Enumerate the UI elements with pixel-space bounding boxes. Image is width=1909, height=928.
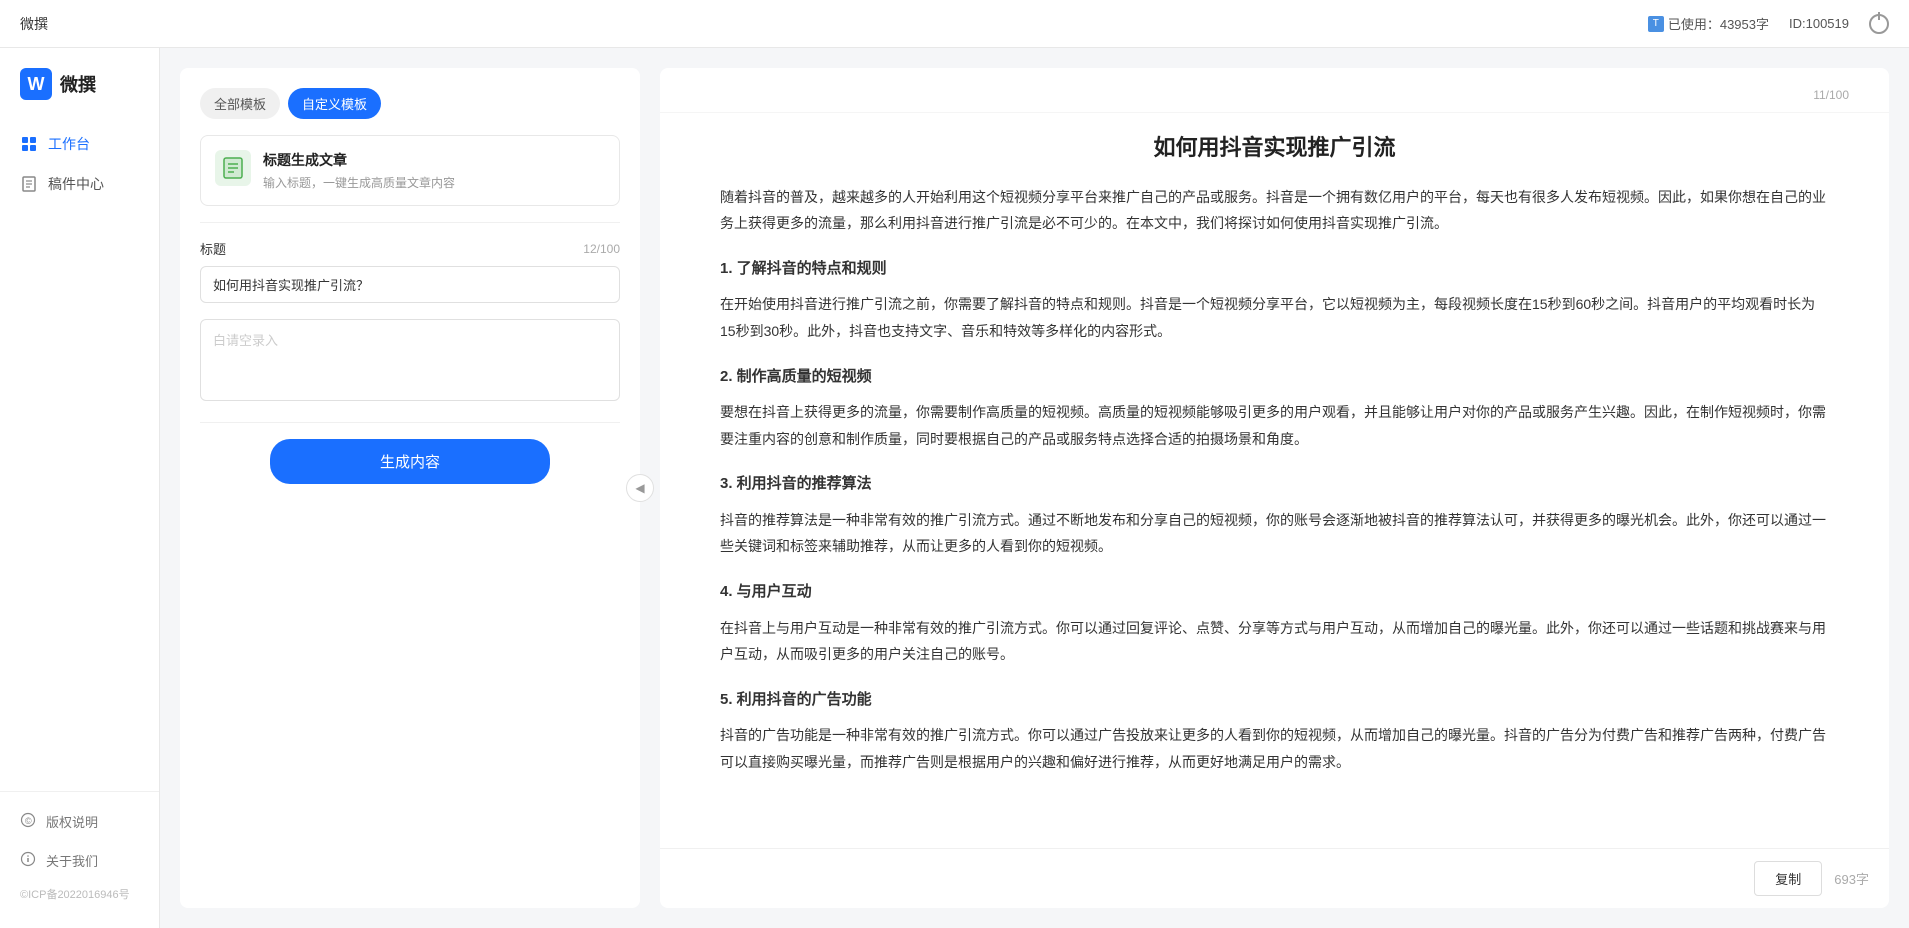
copyright-icon: © xyxy=(20,812,36,831)
collapse-arrow[interactable]: ◀ xyxy=(626,474,654,502)
article-paragraph: 随着抖音的普及，越来越多的人开始利用这个短视频分享平台来推广自己的产品或服务。抖… xyxy=(720,184,1829,237)
article-footer: 复制 693字 xyxy=(660,848,1889,908)
about-label: 关于我们 xyxy=(46,851,98,870)
article-paragraph: 在开始使用抖音进行推广引流之前，你需要了解抖音的特点和规则。抖音是一个短视频分享… xyxy=(720,291,1829,344)
divider2 xyxy=(200,422,620,423)
article-header: 11/100 xyxy=(660,68,1889,113)
sidebar-item-drafts[interactable]: 稿件中心 xyxy=(0,164,159,204)
template-tabs: 全部模板 自定义模板 xyxy=(200,88,620,119)
sidebar-item-copyright[interactable]: © 版权说明 xyxy=(0,802,159,841)
tab-custom-templates[interactable]: 自定义模板 xyxy=(288,88,381,119)
article-content[interactable]: 如何用抖音实现推广引流 随着抖音的普及，越来越多的人开始利用这个短视频分享平台来… xyxy=(660,113,1889,848)
generate-button[interactable]: 生成内容 xyxy=(270,439,550,484)
right-panel: 11/100 如何用抖音实现推广引流 随着抖音的普及，越来越多的人开始利用这个短… xyxy=(660,68,1889,908)
usage-icon: T xyxy=(1648,16,1664,32)
drafts-label: 稿件中心 xyxy=(48,174,104,194)
main-layout: W 微撰 工作台 xyxy=(0,48,1909,928)
template-desc: 输入标题，一键生成高质量文章内容 xyxy=(263,174,455,191)
article-section-heading: 1. 了解抖音的特点和规则 xyxy=(720,255,1829,284)
content-field-section xyxy=(200,319,620,406)
logo-text: 微撰 xyxy=(60,71,96,97)
article-section-heading: 5. 利用抖音的广告功能 xyxy=(720,686,1829,715)
article-section-heading: 3. 利用抖音的推荐算法 xyxy=(720,470,1829,499)
template-card-icon xyxy=(215,150,251,186)
workbench-icon xyxy=(20,135,38,153)
title-field-label: 标题 12/100 xyxy=(200,239,620,258)
article-section-heading: 2. 制作高质量的短视频 xyxy=(720,363,1829,392)
sidebar-logo: W 微撰 xyxy=(0,68,159,124)
usage-info: T 已使用：43953字 xyxy=(1648,14,1769,33)
sidebar-item-about[interactable]: 关于我们 xyxy=(0,841,159,880)
article-paragraph: 要想在抖音上获得更多的流量，你需要制作高质量的短视频。高质量的短视频能够吸引更多… xyxy=(720,399,1829,452)
title-char-count: 12/100 xyxy=(583,242,620,256)
svg-text:©: © xyxy=(25,816,32,826)
template-info: 标题生成文章 输入标题，一键生成高质量文章内容 xyxy=(263,150,455,191)
copyright-label: 版权说明 xyxy=(46,812,98,831)
page-count: 11/100 xyxy=(1813,88,1849,102)
template-card[interactable]: 标题生成文章 输入标题，一键生成高质量文章内容 xyxy=(200,135,620,206)
title-input[interactable] xyxy=(200,266,620,303)
sidebar-item-workbench[interactable]: 工作台 xyxy=(0,124,159,164)
title-field-section: 标题 12/100 xyxy=(200,239,620,303)
about-icon xyxy=(20,851,36,870)
article-title: 如何用抖音实现推广引流 xyxy=(720,133,1829,164)
usage-label: 已使用：43953字 xyxy=(1668,14,1769,33)
power-button[interactable] xyxy=(1869,14,1889,34)
id-label: ID:100519 xyxy=(1789,16,1849,31)
workbench-label: 工作台 xyxy=(48,134,90,154)
article-paragraph: 在抖音上与用户互动是一种非常有效的推广引流方式。你可以通过回复评论、点赞、分享等… xyxy=(720,615,1829,668)
divider xyxy=(200,222,620,223)
left-panel: 全部模板 自定义模板 标题生成文章 输入标题，一键生成高质量文章内容 xyxy=(180,68,640,908)
drafts-icon xyxy=(20,175,38,193)
content-textarea[interactable] xyxy=(200,319,620,401)
sidebar-bottom: © 版权说明 关于我们 ©ICP备2022016946号 xyxy=(0,791,159,908)
article-body: 随着抖音的普及，越来越多的人开始利用这个短视频分享平台来推广自己的产品或服务。抖… xyxy=(720,184,1829,776)
icp-text: ©ICP备2022016946号 xyxy=(0,880,159,908)
copy-button[interactable]: 复制 xyxy=(1754,861,1822,896)
topbar-right: T 已使用：43953字 ID:100519 xyxy=(1648,14,1889,34)
sidebar: W 微撰 工作台 xyxy=(0,48,160,928)
content-area: 全部模板 自定义模板 标题生成文章 输入标题，一键生成高质量文章内容 xyxy=(160,48,1909,928)
topbar-title: 微撰 xyxy=(20,14,48,34)
article-paragraph: 抖音的推荐算法是一种非常有效的推广引流方式。通过不断地发布和分享自己的短视频，你… xyxy=(720,507,1829,560)
article-section-heading: 4. 与用户互动 xyxy=(720,578,1829,607)
logo-icon: W xyxy=(20,68,52,100)
topbar: 微撰 T 已使用：43953字 ID:100519 xyxy=(0,0,1909,48)
template-name: 标题生成文章 xyxy=(263,150,455,170)
article-paragraph: 抖音的广告功能是一种非常有效的推广引流方式。你可以通过广告投放来让更多的人看到你… xyxy=(720,722,1829,775)
tab-all-templates[interactable]: 全部模板 xyxy=(200,88,280,119)
word-count: 693字 xyxy=(1834,869,1869,888)
